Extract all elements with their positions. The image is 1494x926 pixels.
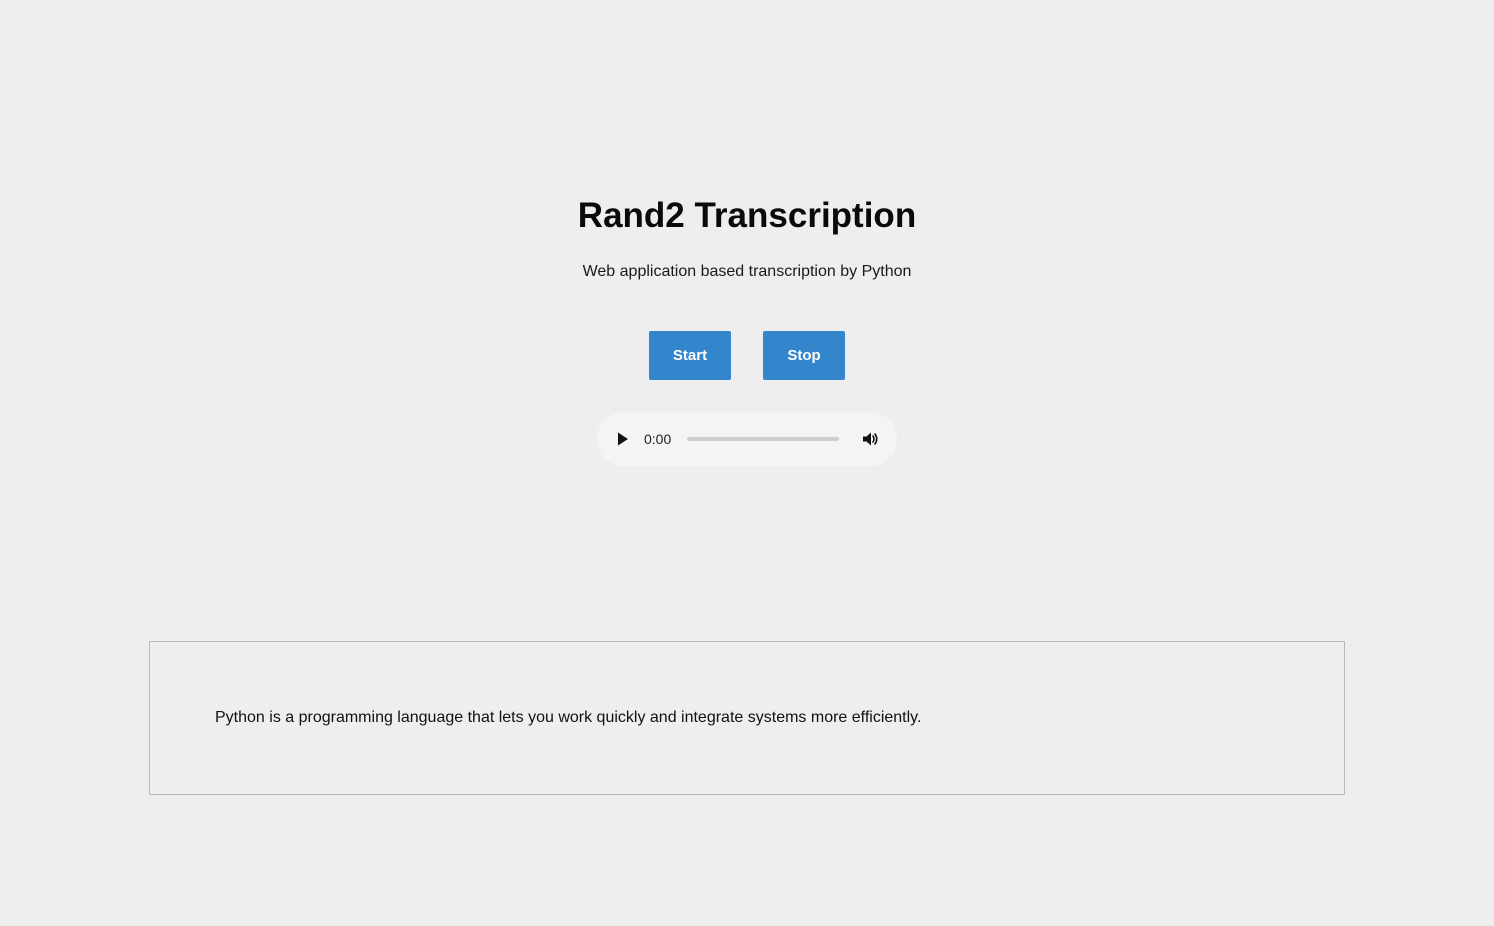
transcript-box: Python is a programming language that le… <box>149 641 1345 795</box>
audio-player: 0:00 <box>597 412 897 466</box>
stop-button[interactable]: Stop <box>763 331 845 380</box>
page: Rand2 Transcription Web application base… <box>0 0 1494 926</box>
audio-progress-slider[interactable] <box>687 437 839 441</box>
start-button[interactable]: Start <box>649 331 731 380</box>
recording-controls: Start Stop <box>649 331 845 380</box>
transcript-text: Python is a programming language that le… <box>215 709 922 726</box>
page-subtitle: Web application based transcription by P… <box>582 263 912 280</box>
volume-icon[interactable] <box>861 430 879 448</box>
current-time: 0:00 <box>644 431 672 447</box>
play-icon[interactable] <box>615 431 631 447</box>
page-title: Rand2 Transcription <box>577 196 917 235</box>
